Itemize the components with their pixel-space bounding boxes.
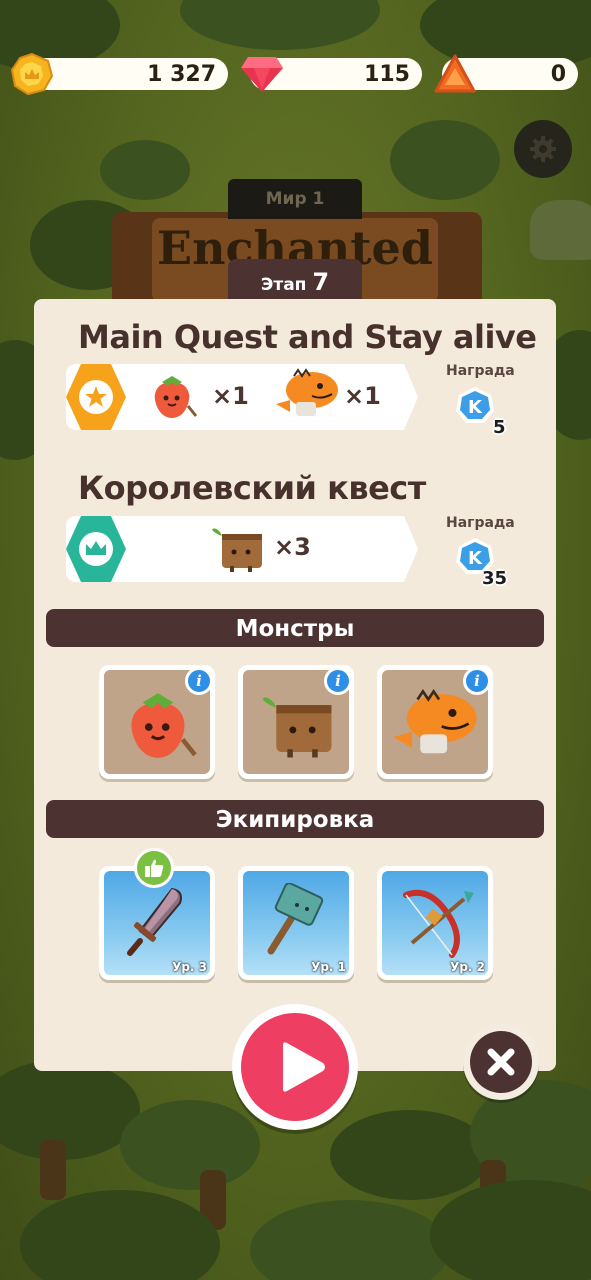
equipment-header: Экипировка [46,800,544,838]
wood-stump-monster-icon [262,697,332,758]
monster-card-strawberry[interactable]: i [99,665,215,779]
close-button[interactable] [463,1024,539,1100]
reward-label: Награда [446,515,515,531]
reward-label: Награда [446,363,515,379]
objective-count: ×1 [212,382,249,410]
stage-tab: Этап 7 [228,259,362,303]
play-icon [283,1042,325,1092]
gems-value: 115 [364,61,410,87]
crown-icon [79,532,113,566]
bow-icon [403,889,474,958]
objective-count: ×1 [344,382,381,410]
hammer-icon [267,883,324,955]
main-quest-title: Main Quest and Stay alive [78,318,537,356]
monster-card-stump[interactable]: i [238,665,354,779]
stage-label: Этап [260,275,307,295]
close-icon [487,1048,515,1076]
strawberry-monster-icon [131,693,197,758]
equipment-level: Ур. 3 [172,960,207,974]
monsters-header: Монстры [46,609,544,647]
recommended-badge [134,848,174,888]
stage-number: 7 [312,268,330,296]
settings-button[interactable] [514,120,572,178]
triangles-value: 0 [550,61,566,87]
objective-count: ×3 [274,533,311,561]
info-button[interactable]: i [185,667,213,695]
info-button[interactable]: i [463,667,491,695]
equipment-card-bow[interactable]: Ур. 2 [377,866,493,980]
wood-stump-monster-icon [212,528,262,572]
equipment-card-hammer[interactable]: Ур. 1 [238,866,354,980]
sword-icon [127,887,182,956]
equipment-level: Ур. 2 [450,960,485,974]
thumbs-up-icon [145,859,164,877]
monster-card-dino[interactable]: i [377,665,493,779]
orange-dino-monster-icon [393,689,477,754]
reward-amount: 35 [482,568,508,589]
gear-icon [530,136,556,162]
star-icon [79,380,113,414]
svg-text:K: K [468,548,483,569]
info-button[interactable]: i [324,667,352,695]
svg-text:K: K [468,397,483,418]
gold-coin-icon [10,52,54,96]
play-button[interactable] [232,1004,358,1130]
equipment-level: Ур. 1 [311,960,346,974]
orange-triangle-icon [434,54,476,93]
coins-value: 1 327 [147,61,216,87]
red-gem-icon [241,57,283,92]
reward-amount: 5 [493,417,506,438]
orange-dino-monster-icon [276,368,338,416]
k-token-icon: K [456,387,494,423]
strawberry-monster-icon [154,376,198,418]
world-label: Мир 1 [228,179,362,219]
royal-quest-title: Королевский квест [78,469,426,507]
